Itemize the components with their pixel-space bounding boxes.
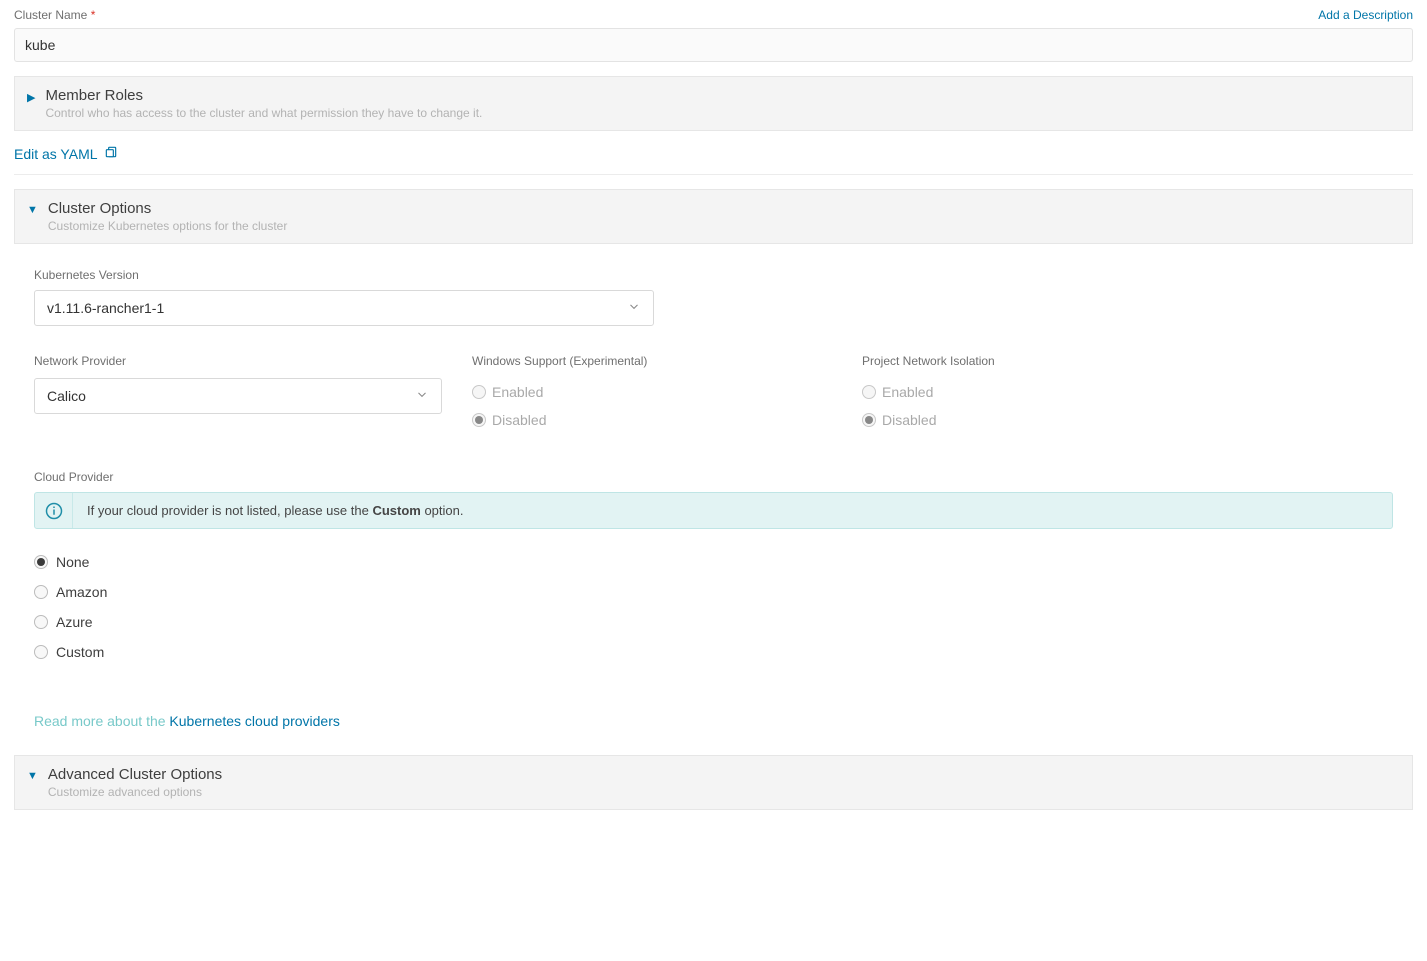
cluster-name-label-row: Cluster Name * Add a Description [14, 8, 1413, 22]
cloud-provider-read-more: Read more about the Kubernetes cloud pro… [34, 713, 1393, 729]
cluster-options-body: Kubernetes Version v1.11.6-rancher1-1 Ne… [14, 244, 1413, 737]
cluster-options-title: Cluster Options [48, 200, 287, 217]
cloud-provider-amazon-label: Amazon [56, 584, 107, 600]
edit-as-yaml-link[interactable]: Edit as YAML [14, 145, 118, 162]
project-isolation-col: Project Network Isolation Enabled Disabl… [862, 354, 1222, 434]
member-roles-section[interactable]: ▶ Member Roles Control who has access to… [14, 76, 1413, 131]
k8s-version-select[interactable]: v1.11.6-rancher1-1 [34, 290, 654, 326]
radio-icon [472, 385, 486, 399]
kubernetes-cloud-providers-link[interactable]: Kubernetes cloud providers [169, 713, 339, 729]
cluster-name-input[interactable] [14, 28, 1413, 62]
project-isolation-disabled-option: Disabled [862, 406, 1222, 434]
windows-support-disabled-label: Disabled [492, 412, 546, 428]
cloud-provider-azure-option[interactable]: Azure [34, 607, 1393, 637]
chevron-down-icon: ▼ [27, 204, 38, 216]
cloud-provider-custom-option[interactable]: Custom [34, 637, 1393, 667]
k8s-version-label: Kubernetes Version [34, 268, 1393, 282]
windows-support-label: Windows Support (Experimental) [472, 354, 832, 368]
windows-support-enabled-label: Enabled [492, 384, 543, 400]
member-roles-title: Member Roles [45, 87, 482, 104]
cluster-name-label: Cluster Name * [14, 8, 95, 22]
member-roles-subtitle: Control who has access to the cluster an… [45, 106, 482, 120]
radio-icon [34, 645, 48, 659]
advanced-options-title: Advanced Cluster Options [48, 766, 222, 783]
advanced-cluster-options-section[interactable]: ▼ Advanced Cluster Options Customize adv… [14, 755, 1413, 810]
cluster-options-subtitle: Customize Kubernetes options for the clu… [48, 219, 287, 233]
project-isolation-disabled-label: Disabled [882, 412, 936, 428]
cluster-options-section[interactable]: ▼ Cluster Options Customize Kubernetes o… [14, 189, 1413, 244]
radio-checked-icon [472, 413, 486, 427]
cloud-provider-amazon-option[interactable]: Amazon [34, 577, 1393, 607]
radio-icon [34, 615, 48, 629]
add-description-link[interactable]: Add a Description [1318, 8, 1413, 22]
cloud-provider-custom-label: Custom [56, 644, 104, 660]
windows-support-disabled-option: Disabled [472, 406, 832, 434]
radio-checked-icon [34, 555, 48, 569]
windows-support-enabled-option: Enabled [472, 378, 832, 406]
cloud-provider-info-text: If your cloud provider is not listed, pl… [73, 493, 477, 528]
read-more-prefix: Read more about the [34, 713, 169, 729]
project-isolation-enabled-option: Enabled [862, 378, 1222, 406]
project-isolation-enabled-label: Enabled [882, 384, 933, 400]
cloud-provider-label: Cloud Provider [34, 470, 1393, 484]
network-provider-col: Network Provider Calico [34, 354, 442, 434]
k8s-version-value: v1.11.6-rancher1-1 [47, 300, 164, 316]
network-provider-label: Network Provider [34, 354, 442, 368]
network-provider-value: Calico [47, 388, 86, 404]
cloud-provider-none-option[interactable]: None [34, 547, 1393, 577]
required-star-icon: * [91, 8, 96, 22]
chevron-down-icon [627, 300, 641, 317]
radio-checked-icon [862, 413, 876, 427]
radio-icon [862, 385, 876, 399]
project-isolation-label: Project Network Isolation [862, 354, 1222, 368]
windows-support-col: Windows Support (Experimental) Enabled D… [472, 354, 832, 434]
advanced-options-subtitle: Customize advanced options [48, 785, 222, 799]
chevron-down-icon: ▼ [27, 770, 38, 782]
chevron-right-icon: ▶ [27, 91, 35, 104]
cloud-provider-info-banner: If your cloud provider is not listed, pl… [34, 492, 1393, 529]
chevron-down-icon [415, 388, 429, 405]
radio-icon [34, 585, 48, 599]
network-provider-select[interactable]: Calico [34, 378, 442, 414]
info-icon [35, 493, 73, 528]
clipboard-icon [104, 145, 118, 162]
cloud-provider-none-label: None [56, 554, 89, 570]
cloud-provider-azure-label: Azure [56, 614, 93, 630]
